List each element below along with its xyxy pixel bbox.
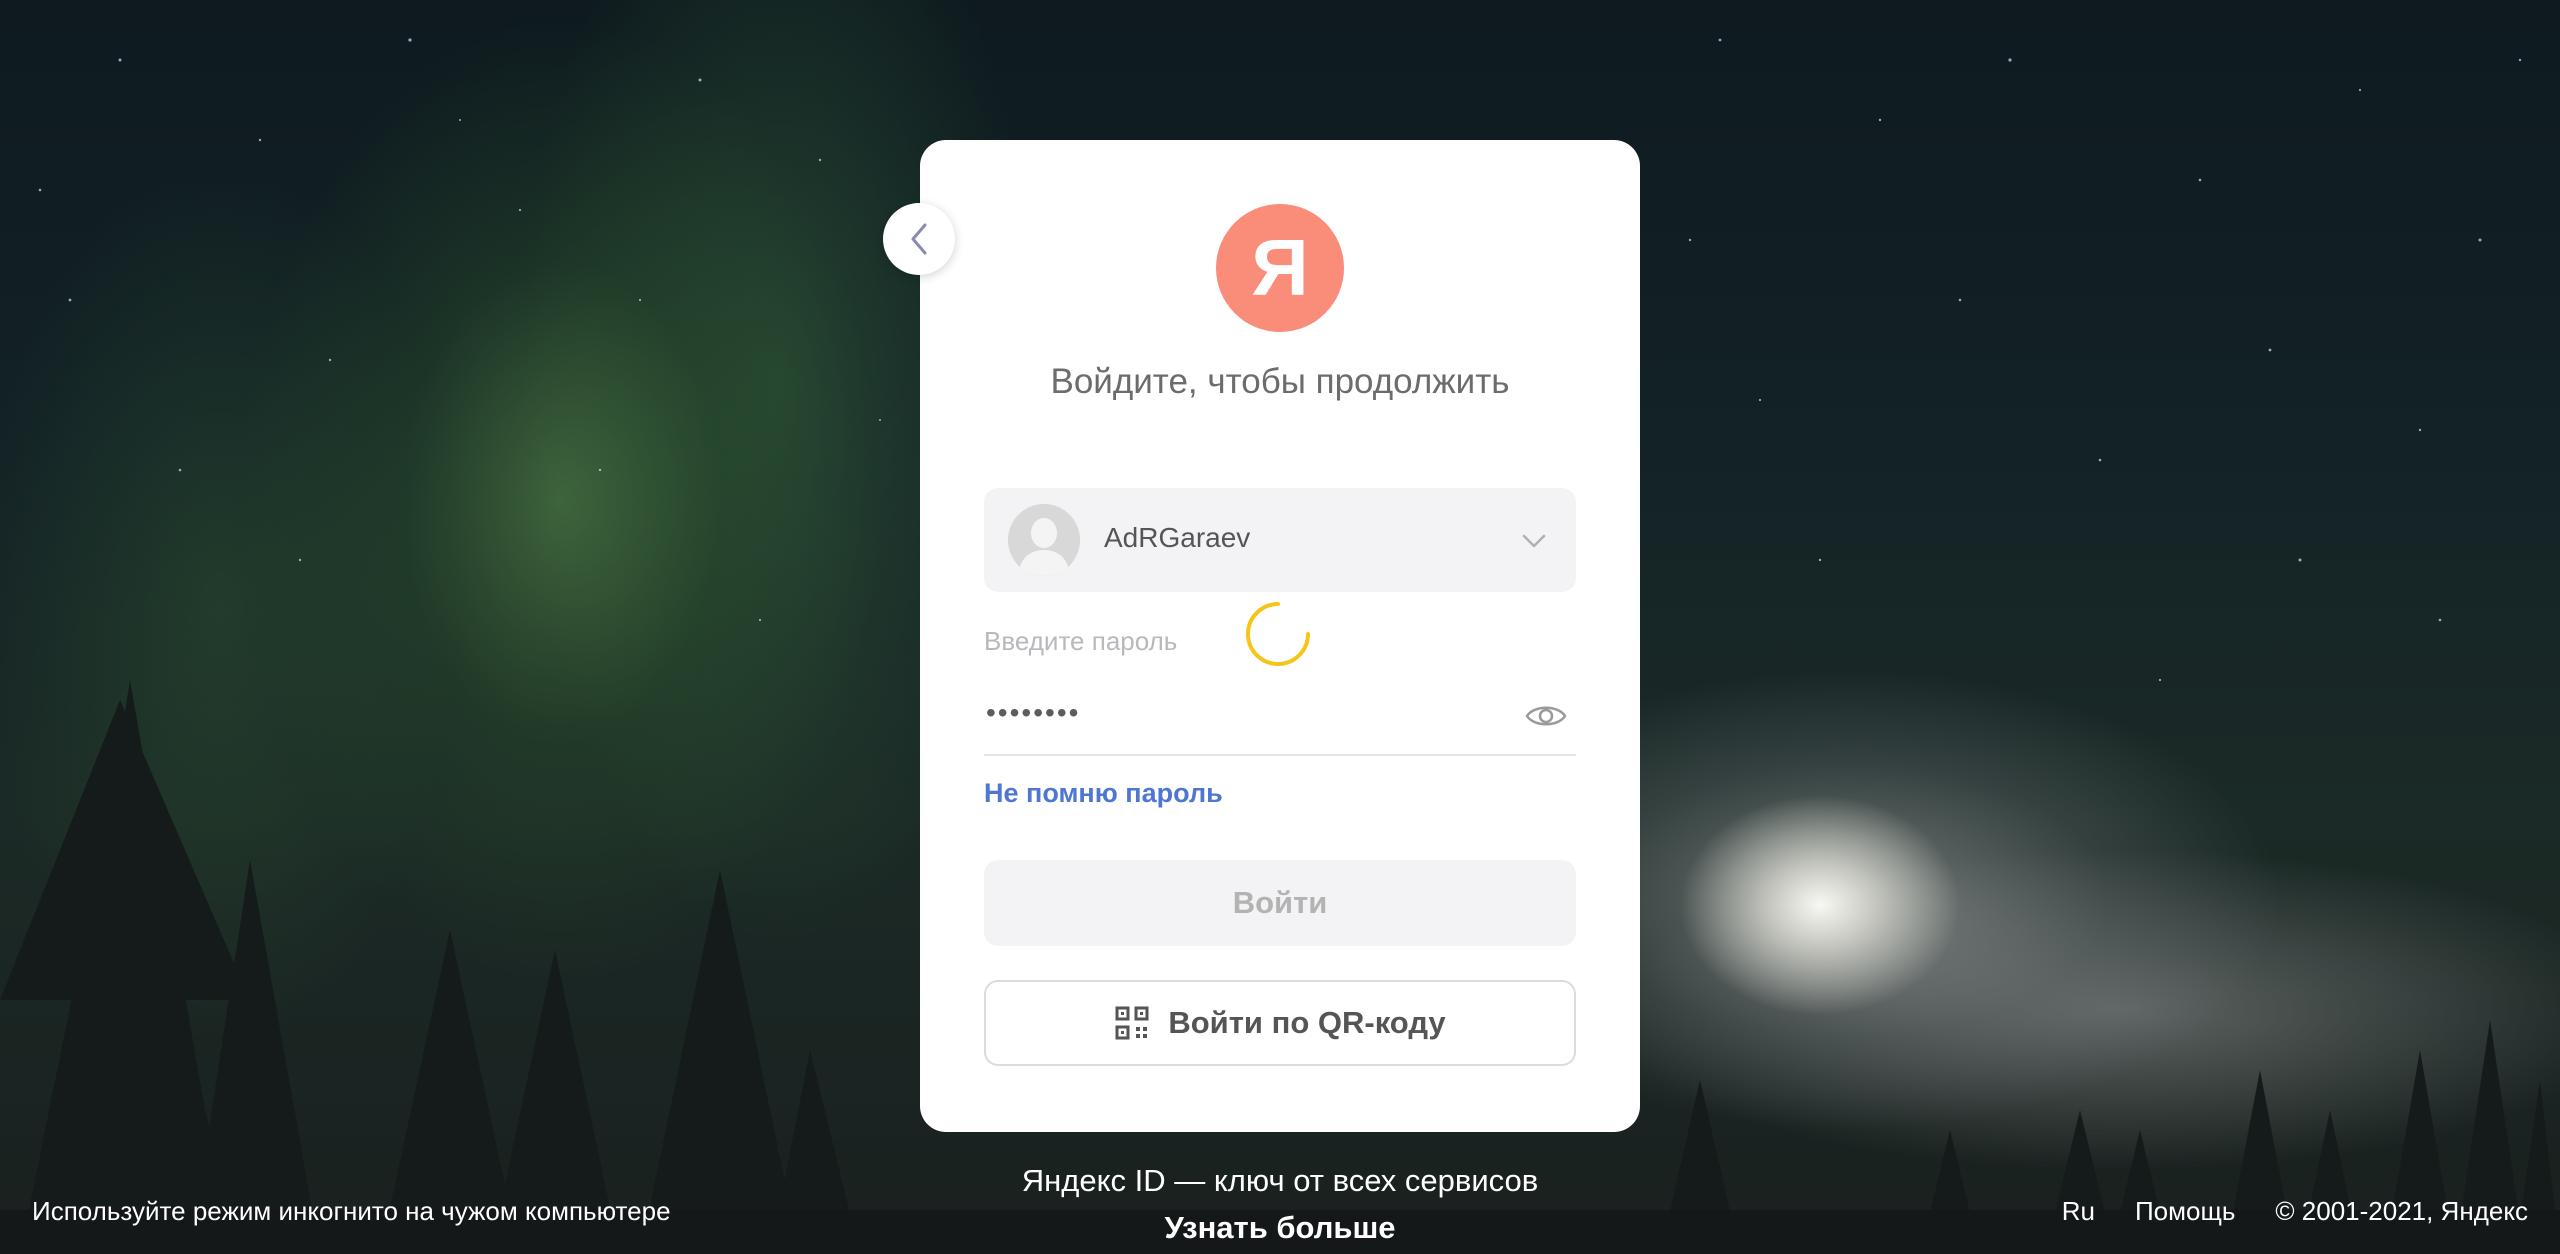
user-icon xyxy=(1008,504,1080,576)
promo-tagline: Яндекс ID — ключ от всех сервисов xyxy=(1021,1163,1539,1198)
copyright-link[interactable]: © 2001-2021, Яндекс xyxy=(2275,1196,2528,1227)
incognito-hint: Используйте режим инкогнито на чужом ком… xyxy=(32,1196,671,1226)
login-button[interactable]: Войти xyxy=(984,860,1576,946)
eye-icon[interactable] xyxy=(1524,696,1568,736)
qr-code-icon xyxy=(1115,1006,1149,1040)
chevron-down-icon xyxy=(1522,534,1546,548)
account-selector[interactable]: AdRGaraev xyxy=(984,488,1576,592)
loading-spinner xyxy=(1246,602,1310,666)
account-name: AdRGaraev xyxy=(1104,522,1251,553)
learn-more-link[interactable]: Узнать больше xyxy=(920,1210,1640,1246)
qr-login-label: Войти по QR-коду xyxy=(1168,1005,1446,1040)
footer-links: Ru Помощь © 2001-2021, Яндекс xyxy=(2062,1196,2528,1227)
forgot-password-link[interactable]: Не помню пароль xyxy=(984,778,1223,809)
chevron-left-icon xyxy=(911,223,927,255)
password-input[interactable] xyxy=(984,696,1488,730)
password-field xyxy=(984,680,1576,756)
logo-letter: Я xyxy=(1251,223,1309,312)
password-label: Введите пароль xyxy=(984,626,1178,656)
qr-login-button[interactable]: Войти по QR-коду xyxy=(984,980,1576,1066)
back-button[interactable] xyxy=(883,203,955,275)
page-title: Войдите, чтобы продолжить xyxy=(1050,362,1510,401)
avatar xyxy=(1008,504,1080,576)
yandex-logo: Я xyxy=(1216,204,1344,332)
language-switch[interactable]: Ru xyxy=(2062,1196,2095,1227)
help-link[interactable]: Помощь xyxy=(2135,1196,2235,1227)
